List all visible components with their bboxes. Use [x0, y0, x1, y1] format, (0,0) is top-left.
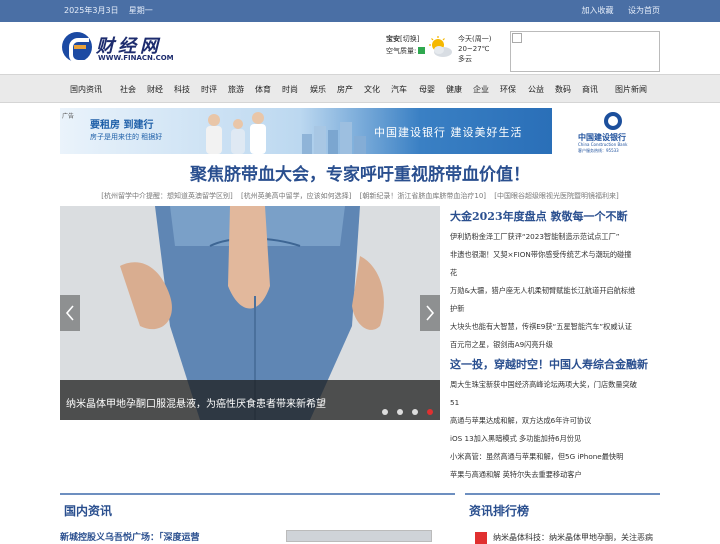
- headline-link[interactable]: 聚焦脐带血大会，专家呼吁重视脐带血价值！: [0, 160, 720, 185]
- domestic-thumbnail[interactable]: [286, 530, 432, 542]
- partly-cloudy-icon: [429, 36, 452, 57]
- slider-prev-button[interactable]: [60, 295, 80, 331]
- nav-item[interactable]: 娱乐: [310, 84, 326, 95]
- sub-headline-link[interactable]: [杭州英美高中留学，应该如何选择]: [241, 192, 351, 200]
- photo-slider[interactable]: 纳米晶体甲地孕酮口服混悬液，为癌性厌食患者带来新希望: [60, 206, 440, 420]
- slider-dot[interactable]: [412, 409, 419, 415]
- section-title[interactable]: 国内资讯: [64, 502, 112, 519]
- nav-item[interactable]: 国内资讯: [70, 84, 102, 95]
- slider-dot-active[interactable]: [427, 409, 434, 415]
- rank-badge: [475, 532, 487, 544]
- news-item-link[interactable]: 百元帘之星，银剑南A9闪亮升级: [450, 336, 665, 354]
- nav-item[interactable]: 财经: [147, 84, 163, 95]
- header-ad-placeholder[interactable]: [510, 31, 660, 72]
- news-item-link[interactable]: 万勋&大疆，猎户座无人机柔韧臂赋能长江航道开启航标维: [450, 282, 665, 300]
- nav-item[interactable]: 科技: [174, 84, 190, 95]
- news-item-link[interactable]: 高通与苹果达成和解，双方达成6年许可协议: [450, 412, 665, 430]
- ccb-logo: 中国建设银行 China Construction Bank 客户服务热线：95…: [574, 112, 658, 153]
- section-title[interactable]: 资讯排行榜: [469, 502, 529, 519]
- news-ranking-section: 资讯排行榜 纳米晶体科技：纳米晶体甲地孕酮，关注恶病: [465, 493, 660, 544]
- news-item-link[interactable]: 非遗也很潮！又契×FION带你感受传统艺术与潮玩的碰撞: [450, 246, 665, 264]
- nav-item[interactable]: 体育: [255, 84, 271, 95]
- main-nav: 国内资讯 社会 财经 科技 时评 旅游 体育 时尚 娱乐 房产 文化 汽车 母婴…: [0, 74, 720, 103]
- news-item-link[interactable]: 51: [450, 394, 665, 412]
- top-bar: 2025年3月3日 星期一 加入收藏 设为首页: [0, 0, 720, 22]
- slider-dot[interactable]: [397, 409, 404, 415]
- ccb-banner-ad[interactable]: 广告 要租房 到建行 房子是用来住的 租据好 中国建设银行 建设美好生活 中国建…: [60, 108, 660, 154]
- air-quality-good-icon: [418, 47, 426, 54]
- nav-item[interactable]: 文化: [364, 84, 380, 95]
- nav-item[interactable]: 时尚: [282, 84, 298, 95]
- news-item-link[interactable]: 周大生珠宝新获中国经济高峰论坛两项大奖，门店数量突破: [450, 376, 665, 394]
- set-homepage-link[interactable]: 设为首页: [628, 6, 660, 15]
- switch-city-link[interactable]: [切换]: [400, 35, 419, 43]
- site-header: 财经网 WWW.FINACN.COM 宝安[切换] 空气质量: 今天(周一) 2…: [0, 22, 720, 74]
- sub-headline-link[interactable]: [杭州留学中介提醒：想知道英澳留学区别]: [101, 192, 232, 200]
- weather-city: 宝安: [386, 35, 400, 43]
- sub-headline-link[interactable]: [中国眼谷超级眼视光医院暨明镜福利来]: [494, 192, 618, 200]
- nav-item[interactable]: 旅游: [228, 84, 244, 95]
- site-logo[interactable]: 财经网 WWW.FINACN.COM: [62, 32, 182, 66]
- weather-widget: 宝安[切换] 空气质量: 今天(周一) 20~27℃ 多云: [386, 35, 492, 63]
- nav-item[interactable]: 图片新闻: [615, 84, 647, 95]
- news-item-link[interactable]: 伊利奶粉金泽工厂获评“2023智能制造示范试点工厂”: [450, 228, 665, 246]
- ccb-logo-icon: [604, 112, 622, 130]
- slide-caption[interactable]: 纳米晶体甲地孕酮口服混悬液，为癌性厌食患者带来新希望: [66, 395, 326, 410]
- sub-headline-links: [杭州留学中介提醒：想知道英澳留学区别] [杭州英美高中留学，应该如何选择] […: [0, 191, 720, 201]
- current-date: 2025年3月3日 星期一: [64, 6, 153, 15]
- slider-dots: [378, 400, 434, 419]
- chevron-right-icon: [426, 305, 435, 321]
- banner-slogan: 中国建设银行 建设美好生活: [374, 126, 523, 139]
- sub-headline-link[interactable]: [朝新纪录！浙江省脐血库脐带血治疗10]: [360, 192, 486, 200]
- family-photo-icon: [206, 112, 266, 154]
- domestic-news-section: 国内资讯 新城控股义乌吾悦广场：「深度运营: [60, 493, 455, 543]
- logo-mark-icon: [62, 32, 92, 64]
- nav-item[interactable]: 房产: [337, 84, 353, 95]
- nav-item[interactable]: 环保: [500, 84, 516, 95]
- nav-item[interactable]: 数码: [555, 84, 571, 95]
- nav-item[interactable]: 商讯: [582, 84, 598, 95]
- nav-item[interactable]: 健康: [446, 84, 462, 95]
- nav-item[interactable]: 公益: [528, 84, 544, 95]
- banner-line-1: 要租房 到建行: [90, 120, 154, 131]
- banner-line-2: 房子是用来住的 租据好: [90, 133, 163, 141]
- nav-item[interactable]: 时评: [201, 84, 217, 95]
- rank-item-link[interactable]: 纳米晶体科技：纳米晶体甲地孕酮，关注恶病: [493, 532, 653, 543]
- news-item-link[interactable]: 小米高管：虽然高通与苹果和解，但5G iPhone最快明: [450, 448, 665, 466]
- chevron-left-icon: [65, 305, 74, 321]
- buildings-icon: [302, 122, 366, 154]
- ad-tag: 广告: [62, 113, 75, 120]
- add-favorite-link[interactable]: 加入收藏: [581, 6, 613, 15]
- news-item-link[interactable]: 花: [450, 264, 665, 282]
- nav-item[interactable]: 社会: [120, 84, 136, 95]
- news-item-link[interactable]: 护新: [450, 300, 665, 318]
- news-item-link[interactable]: 大块头也能有大智慧，传祺E9获“五星智能汽车”权威认证: [450, 318, 665, 336]
- news-item-link[interactable]: 苹果与高通和解 英特尔失去重要移动客户: [450, 466, 665, 484]
- slider-dot[interactable]: [382, 409, 388, 415]
- news-item-link[interactable]: iOS 13加入黑暗模式 多功能加持6月份见: [450, 430, 665, 448]
- news-feature-link[interactable]: 这一投，穿越时空！中国人寿综合金融新: [450, 354, 665, 376]
- news-list: 大金2023年度盘点 敦敬每一个不断 伊利奶粉金泽工厂获评“2023智能制造示范…: [450, 206, 665, 484]
- nav-item[interactable]: 企业: [473, 84, 489, 95]
- nav-item[interactable]: 母婴: [419, 84, 435, 95]
- domestic-lead-link[interactable]: 新城控股义乌吾悦广场：「深度运营: [60, 530, 200, 543]
- nav-item[interactable]: 汽车: [391, 84, 407, 95]
- air-quality: 空气质量:: [386, 46, 426, 56]
- news-feature-link[interactable]: 大金2023年度盘点 敦敬每一个不断: [450, 206, 665, 228]
- slider-next-button[interactable]: [420, 295, 440, 331]
